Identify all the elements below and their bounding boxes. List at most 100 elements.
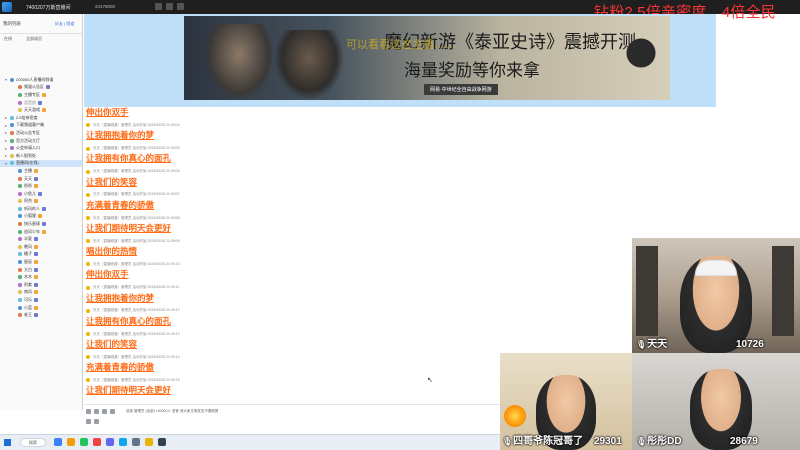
tree-item[interactable]: 听风的人 — [0, 205, 82, 213]
tree-item[interactable]: ▸ 下载频道客户端 — [0, 122, 82, 130]
sender-info[interactable]: 天天（直播频道）管理员 活动开始 2024/03/26 21:09:15 — [93, 378, 180, 383]
vip-badge-icon — [42, 222, 46, 227]
tree-item[interactable]: 橘子 — [0, 251, 82, 259]
settings-icon[interactable] — [177, 3, 184, 10]
mic-icon[interactable] — [155, 3, 162, 10]
tree-item[interactable]: 阿紫 — [0, 281, 82, 289]
user-avatar-icon — [18, 252, 22, 257]
chat-message-meta: 天天（直播频道）管理员 活动开始 2024/03/26 21:09:05 — [86, 143, 526, 155]
gift-icon[interactable] — [110, 409, 115, 414]
media-icon[interactable] — [93, 438, 101, 446]
tree-item[interactable]: 追风少年 — [0, 228, 82, 236]
user-avatar-icon — [18, 85, 22, 90]
tree-item[interactable]: 天天 — [0, 175, 82, 183]
tree-item-label: 活动公告专区 — [16, 129, 40, 135]
store-icon[interactable] — [106, 438, 114, 446]
font-icon[interactable] — [94, 409, 99, 414]
tree-item[interactable]: 南风 — [0, 289, 82, 297]
folder-icon[interactable] — [67, 438, 75, 446]
tree-item[interactable]: 木木 — [0, 273, 82, 281]
sender-info[interactable]: 天天（直播频道）管理员 活动开始 2024/03/26 21:09:12 — [93, 308, 180, 313]
message-list: 伸出你双手天天（直播频道）管理员 活动开始 2024/03/26 21:09:0… — [86, 108, 526, 398]
sender-badge-icon — [86, 355, 90, 360]
cam-caption: 🎙天天 — [636, 335, 667, 350]
game-app-icon[interactable] — [145, 438, 153, 446]
tree-item[interactable]: 大白 — [0, 266, 82, 274]
vip-badge-icon — [34, 244, 38, 249]
vip-badge-icon — [38, 191, 42, 196]
chat-message-text: 让我拥抱着你的梦 — [86, 293, 155, 304]
tree-item[interactable]: 频道公告区 — [0, 84, 82, 92]
tree-item-label: 快乐星球 — [24, 221, 40, 227]
user-avatar-icon — [18, 176, 22, 181]
tree-item[interactable]: 主播专区 — [0, 91, 82, 99]
cam-name: 天天 — [647, 339, 668, 350]
tree-item[interactable]: ▸ 活动公告专区 — [0, 129, 82, 137]
sender-badge-icon — [86, 308, 90, 313]
chat-message-text: 伸出你双手 — [86, 108, 129, 118]
chat-message-text: 伸出你双手 — [86, 270, 129, 281]
sender-info[interactable]: 天天（直播频道）管理员 活动开始 2024/03/26 21:09:11 — [93, 285, 179, 290]
browser-icon[interactable] — [54, 438, 62, 446]
vip-badge-icon — [34, 237, 38, 242]
mail-icon[interactable] — [119, 438, 127, 446]
game-ad-banner[interactable]: 魔幻新游《泰亚史诗》震撼开测 海量奖励等你来拿 网易·中世纪全自由战争网游 — [184, 16, 670, 100]
tree-item[interactable]: 小狐狸 — [0, 213, 82, 221]
tree-item[interactable]: 可乐 — [0, 296, 82, 304]
tree-item[interactable]: 小蓝 — [0, 304, 82, 312]
tree-item[interactable]: 语音房 — [0, 99, 82, 107]
tree-item-label: 200000人直播间频道 — [16, 76, 54, 82]
user-avatar-icon — [18, 168, 22, 173]
tree-item[interactable]: 彤彤 — [0, 182, 82, 190]
tree-item[interactable]: 星辰 — [0, 258, 82, 266]
filter-online[interactable]: 在线 — [4, 36, 12, 42]
tree-item[interactable]: 半夏 — [0, 235, 82, 243]
tree-item[interactable]: 天天游戏 — [0, 106, 82, 114]
taskbar-search[interactable]: 搜索 — [20, 438, 46, 447]
sender-info[interactable]: 天天（直播频道）管理员 活动开始 2024/03/26 21:09:06 — [93, 169, 180, 174]
start-icon[interactable] — [4, 439, 11, 446]
tree-item[interactable]: 主播 — [0, 167, 82, 175]
speaker-icon[interactable] — [166, 3, 173, 10]
filter-all[interactable]: 全部成员 — [26, 36, 42, 42]
tree-item[interactable]: ▸ 公会申请入口 — [0, 144, 82, 152]
sender-info[interactable]: 天天（直播频道）管理员 活动开始 2024/03/26 21:09:05 — [93, 146, 180, 151]
sender-info[interactable]: 天天（直播频道）管理员 活动开始 2024/03/26 21:09:08 — [93, 216, 180, 221]
emoji-icon[interactable] — [86, 409, 91, 414]
ad-footer: 网易·中世纪全自由战争网游 — [424, 84, 498, 95]
chat-app-icon[interactable] — [80, 438, 88, 446]
tree-item[interactable]: ▸ 2.5倍亲密度 — [0, 114, 82, 122]
voice-icon[interactable] — [94, 419, 99, 424]
user-avatar-icon — [18, 313, 22, 318]
vip-badge-icon — [34, 260, 38, 265]
tree-item[interactable]: 老王 — [0, 311, 82, 319]
tree-item[interactable]: 快乐星球 — [0, 220, 82, 228]
image-icon[interactable] — [102, 409, 107, 414]
tree-item[interactable]: 阿杰 — [0, 198, 82, 206]
tree-item[interactable]: ▾ 直播间(在线) — [0, 159, 82, 168]
sender-info[interactable]: 天天（直播频道）管理员 活动开始 2024/03/26 21:09:07 — [93, 192, 180, 197]
tree-item-label: 语音房 — [24, 99, 36, 105]
chat-message-meta: 天天（直播频道）管理员 活动开始 2024/03/26 21:09:13 — [86, 328, 526, 340]
message-input[interactable] — [84, 418, 500, 426]
sender-info[interactable]: 天天（直播频道）管理员 活动开始 2024/03/26 21:09:04 — [93, 123, 180, 128]
user-avatar-icon — [18, 100, 22, 105]
sender-info[interactable]: 天天（直播频道）管理员 活动开始 2024/03/26 21:09:13 — [93, 332, 180, 337]
tree-item[interactable]: ▸ 新人报到处 — [0, 152, 82, 160]
user-avatar-icon — [10, 123, 14, 128]
sender-info[interactable]: 天天（直播频道）管理员 活动开始 2024/03/26 21:09:10 — [93, 262, 180, 267]
sender-info[interactable]: 天天（直播频道）管理员 活动开始 2024/03/26 21:09:09 — [93, 239, 180, 244]
tree-item[interactable]: 小鱼儿 — [0, 190, 82, 198]
header-links[interactable]: 好友 | 频道 — [55, 21, 74, 27]
tree-item-label: 彤彤 — [24, 183, 32, 189]
send-mode-icon[interactable] — [86, 419, 91, 424]
user-name[interactable]: 我的列表 — [3, 21, 21, 27]
tree-item[interactable]: ▾ 200000人直播间频道 — [0, 76, 82, 84]
terminal-icon[interactable] — [158, 438, 166, 446]
tree-item[interactable]: ▸ 官方活动大厅 — [0, 137, 82, 145]
sender-info[interactable]: 天天（直播频道）管理员 活动开始 2024/03/26 21:09:14 — [93, 355, 180, 360]
user-avatar-icon — [18, 222, 22, 227]
taskbar-apps — [54, 438, 166, 446]
tree-item[interactable]: 晚风 — [0, 243, 82, 251]
settings-app-icon[interactable] — [132, 438, 140, 446]
